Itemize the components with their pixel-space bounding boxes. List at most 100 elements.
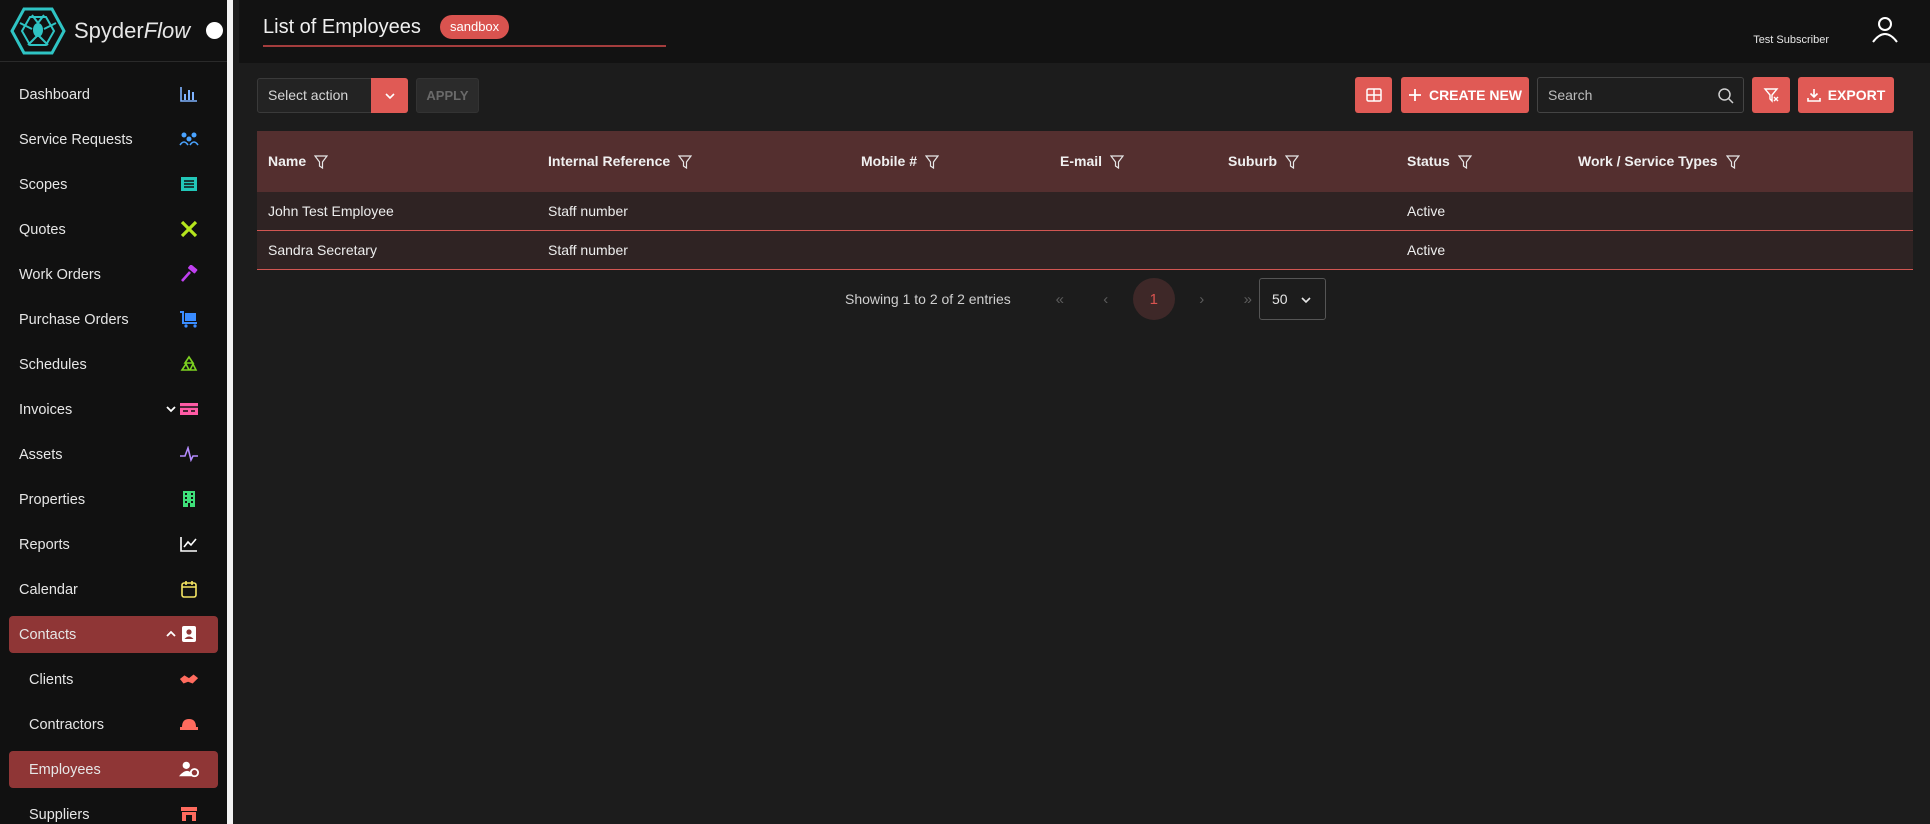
export-button[interactable]: EXPORT: [1798, 77, 1894, 113]
search-icon[interactable]: [1717, 87, 1735, 105]
filter-icon[interactable]: [1110, 154, 1125, 169]
plus-icon: [1408, 88, 1422, 102]
sidebar-item-calendar[interactable]: Calendar: [0, 567, 227, 612]
sidebar-item-label: Calendar: [19, 581, 78, 598]
search-input[interactable]: [1538, 78, 1708, 112]
table-header: Name Internal Reference Mobile # E-mail …: [257, 131, 1913, 192]
user-name[interactable]: Test Subscriber: [1753, 34, 1829, 46]
sidebar-item-clients[interactable]: Clients: [0, 657, 227, 702]
sidebar-item-service-requests[interactable]: Service Requests: [0, 117, 227, 162]
pulse-icon: [179, 444, 199, 464]
prev-page-icon[interactable]: ‹: [1087, 280, 1125, 318]
sidebar-item-label: Purchase Orders: [19, 311, 129, 328]
filter-icon[interactable]: [1457, 154, 1472, 169]
cell-name[interactable]: Sandra Secretary: [268, 231, 377, 270]
next-page-icon[interactable]: ›: [1183, 280, 1221, 318]
tools-icon: [179, 219, 199, 239]
team-icon: [179, 129, 199, 149]
theme-toggle[interactable]: [206, 22, 224, 39]
sidebar-item-contacts[interactable]: Contacts: [9, 616, 218, 653]
page-title: List of Employees: [263, 16, 421, 38]
building-icon: [179, 489, 199, 509]
chevron-up-icon[interactable]: [163, 626, 179, 642]
column-header-label: E-mail: [1060, 153, 1103, 169]
filter-clear-icon: [1763, 87, 1779, 103]
user-settings-icon: [179, 759, 199, 779]
chevron-down-icon[interactable]: [163, 401, 179, 417]
sidebar-item-label: Schedules: [19, 356, 87, 373]
sidebar-item-label: Employees: [29, 761, 101, 778]
sidebar-item-label: Dashboard: [19, 86, 90, 103]
handshake-icon: [179, 669, 199, 689]
sidebar-item-assets[interactable]: Assets: [0, 432, 227, 477]
page-size-select[interactable]: 50: [1259, 278, 1326, 320]
cell-name[interactable]: John Test Employee: [268, 192, 394, 231]
column-header-status[interactable]: Status: [1407, 131, 1472, 192]
bulk-action-select[interactable]: Select action: [257, 78, 408, 113]
column-header-work-service-types[interactable]: Work / Service Types: [1578, 131, 1740, 192]
calendar-icon: [179, 579, 199, 599]
line-chart-icon: [179, 534, 199, 554]
sidebar-item-label: Service Requests: [19, 131, 133, 148]
sidebar-item-suppliers[interactable]: Suppliers: [0, 792, 227, 824]
bulk-action-select-value: Select action: [268, 87, 349, 103]
create-new-button[interactable]: CREATE NEW: [1401, 77, 1529, 113]
sidebar-item-label: Assets: [19, 446, 63, 463]
cell-internal-reference: Staff number: [548, 242, 628, 258]
pagination: Showing 1 to 2 of 2 entries « ‹ 1 › »: [845, 278, 1271, 320]
first-page-icon[interactable]: «: [1041, 280, 1079, 318]
sidebar-item-label: Contacts: [19, 626, 77, 643]
column-toggle-button[interactable]: [1355, 77, 1392, 113]
brand[interactable]: SpyderFlow: [0, 0, 227, 62]
filter-icon[interactable]: [314, 154, 329, 169]
cell-status: Active: [1407, 203, 1446, 219]
table-row[interactable]: John Test Employee Staff number Active: [257, 192, 1913, 231]
sidebar-item-label: Invoices: [19, 401, 73, 418]
sidebar-item-contractors[interactable]: Contractors: [0, 702, 227, 747]
brand-name: SpyderFlow: [74, 17, 191, 43]
sidebar-item-label: Quotes: [19, 221, 66, 238]
sidebar-nav: Dashboard Service Requests Scopes Quotes…: [0, 72, 227, 824]
page-size-value: 50: [1272, 291, 1288, 307]
sidebar-item-purchase-orders[interactable]: Purchase Orders: [0, 297, 227, 342]
grid-icon: [1365, 88, 1382, 102]
filter-icon[interactable]: [678, 154, 693, 169]
export-label: EXPORT: [1827, 87, 1886, 103]
filter-icon[interactable]: [1285, 154, 1299, 169]
page-button-current[interactable]: 1: [1132, 278, 1175, 320]
sidebar-item-label: Properties: [19, 491, 86, 508]
filter-icon[interactable]: [925, 154, 940, 169]
sidebar-item-scopes[interactable]: Scopes: [0, 162, 227, 207]
search-box[interactable]: [1537, 77, 1744, 113]
clear-filter-button[interactable]: [1752, 77, 1790, 113]
column-header-email[interactable]: E-mail: [1060, 131, 1125, 192]
column-header-internal-reference[interactable]: Internal Reference: [548, 131, 693, 192]
sidebar-item-properties[interactable]: Properties: [0, 477, 227, 522]
sidebar-item-work-orders[interactable]: Work Orders: [0, 252, 227, 297]
sidebar-item-label: Suppliers: [29, 806, 90, 823]
user-account-icon[interactable]: [1870, 14, 1900, 44]
table-row[interactable]: Sandra Secretary Staff number Active: [257, 231, 1913, 270]
sidebar-item-invoices[interactable]: Invoices: [0, 387, 227, 432]
sidebar-item-label: Work Orders: [19, 266, 101, 283]
sidebar-item-label: Scopes: [19, 176, 68, 193]
invoice-icon: [179, 399, 199, 419]
sidebar-item-quotes[interactable]: Quotes: [0, 207, 227, 252]
sidebar-item-dashboard[interactable]: Dashboard: [0, 72, 227, 117]
sidebar-item-reports[interactable]: Reports: [0, 522, 227, 567]
column-header-suburb[interactable]: Suburb: [1228, 131, 1299, 192]
environment-badge: sandbox: [440, 15, 510, 39]
hammer-icon: [179, 264, 199, 284]
app-root: SpyderFlow Dashboard Service Requests Sc…: [0, 0, 1930, 824]
title-underline: [263, 45, 666, 47]
filter-icon[interactable]: [1725, 154, 1740, 169]
contact-card-icon: [179, 624, 199, 644]
apply-button[interactable]: APPLY: [416, 78, 479, 113]
recycle-icon: [179, 354, 199, 374]
sidebar-item-label: Reports: [19, 536, 70, 553]
column-header-name[interactable]: Name: [268, 131, 329, 192]
column-header-mobile[interactable]: Mobile #: [861, 131, 940, 192]
sidebar-item-schedules[interactable]: Schedules: [0, 342, 227, 387]
sidebar-item-employees[interactable]: Employees: [9, 751, 218, 788]
chevron-down-icon[interactable]: [371, 78, 408, 113]
